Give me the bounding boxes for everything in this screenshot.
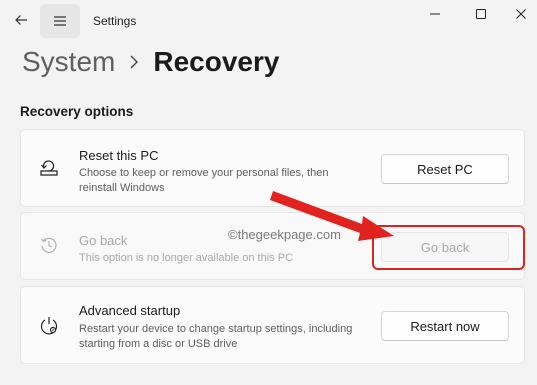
close-button[interactable]	[504, 2, 537, 26]
reset-pc-card: Reset this PC Choose to keep or remove y…	[20, 129, 525, 207]
back-arrow-icon	[15, 15, 27, 25]
section-title: Recovery options	[20, 104, 134, 119]
go-back-description: This option is no longer available on th…	[79, 252, 294, 264]
page-title: Recovery	[153, 46, 280, 77]
advanced-startup-title: Advanced startup	[79, 303, 181, 318]
watermark: ©thegeekpage.com	[228, 227, 341, 242]
reset-pc-description: Choose to keep or remove your personal f…	[79, 167, 329, 194]
restart-now-button[interactable]: Restart now	[381, 311, 509, 341]
settings-window: Settings System Recovery Recovery option…	[0, 0, 537, 385]
reset-pc-icon	[37, 155, 61, 179]
reset-pc-title: Reset this PC	[79, 148, 159, 163]
title-bar: Settings	[0, 0, 537, 40]
advanced-startup-icon	[37, 314, 61, 338]
advanced-startup-card: Advanced startup Restart your device to …	[20, 286, 525, 364]
chevron-right-icon	[129, 54, 139, 70]
menu-button[interactable]	[40, 4, 80, 38]
breadcrumb-system[interactable]: System	[22, 46, 115, 78]
breadcrumb: System Recovery	[22, 42, 279, 82]
hamburger-menu-icon	[54, 16, 66, 26]
maximize-button[interactable]	[458, 2, 504, 26]
back-button[interactable]	[10, 8, 32, 32]
maximize-icon	[476, 9, 486, 19]
annotation-highlight-box	[372, 225, 525, 270]
reset-pc-button[interactable]: Reset PC	[381, 154, 509, 184]
go-back-title: Go back	[79, 233, 128, 248]
app-title: Settings	[93, 14, 137, 28]
advanced-startup-description: Restart your device to change startup se…	[79, 323, 353, 350]
close-icon	[515, 9, 526, 19]
minimize-button[interactable]	[412, 2, 458, 26]
history-icon	[37, 233, 61, 257]
minimize-icon	[430, 13, 440, 15]
